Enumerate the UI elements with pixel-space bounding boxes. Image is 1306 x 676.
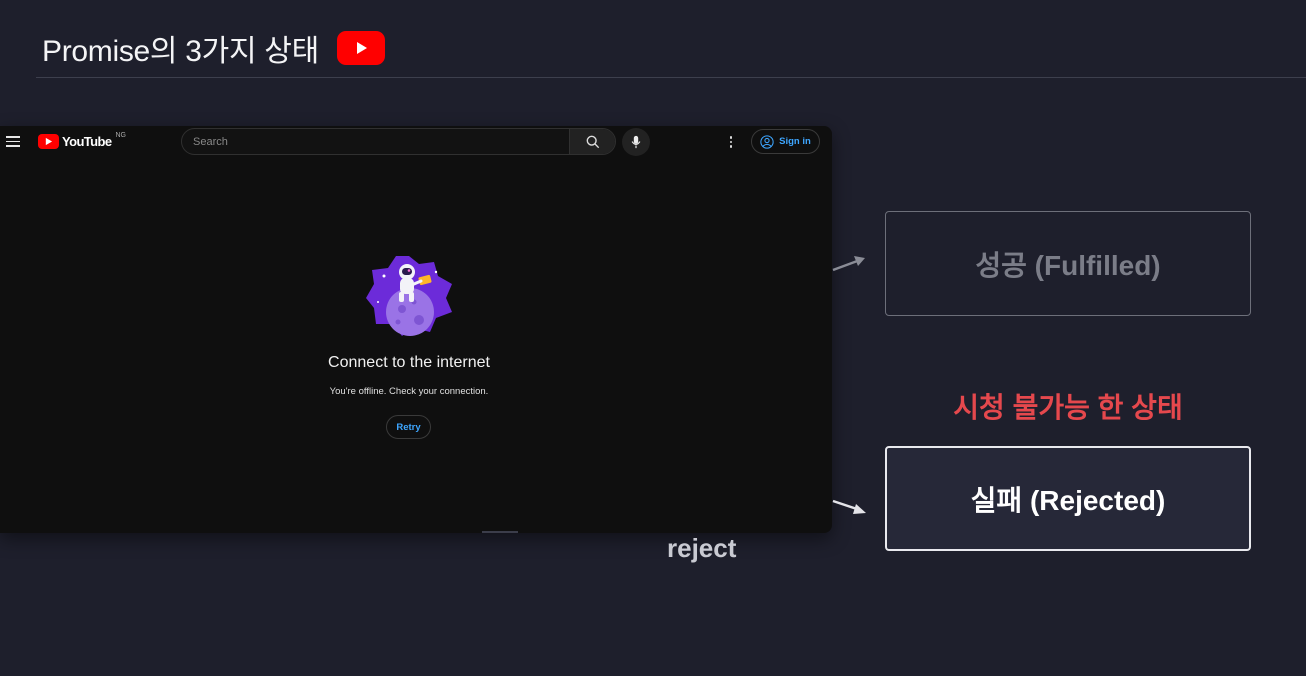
divider-line [482,531,518,533]
youtube-play-icon [336,31,385,65]
offline-astronaut-icon [366,256,452,336]
arrow-to-rejected-icon [832,499,866,514]
search-icon [586,135,599,148]
menu-icon[interactable] [6,136,20,148]
country-code: NG [115,132,126,139]
slide-title-text: Promise의 3가지 상태 [42,35,319,68]
youtube-header: YouTube NG Sign in [0,126,832,158]
rejected-label: 실패 (Rejected) [970,484,1166,516]
sign-in-button[interactable]: Sign in [751,129,820,154]
fulfilled-state-box: 성공 (Fulfilled) [885,211,1251,316]
offline-message: You're offline. Check your connection. [329,386,489,397]
microphone-icon [631,135,641,149]
title-divider [36,77,1306,78]
reject-edge-label: reject [667,533,737,563]
more-options-icon[interactable] [724,132,738,152]
offline-title: Connect to the internet [328,354,490,371]
youtube-window: YouTube NG Sign in [0,126,832,533]
account-icon [760,134,774,149]
rejected-state-box: 실패 (Rejected) [885,446,1251,551]
retry-button[interactable]: Retry [386,415,431,439]
youtube-logo[interactable]: YouTube NG [38,132,126,149]
unavailable-state-label: 시청 불가능 한 상태 [953,392,1183,423]
slide-title: Promise의 3가지 상태 [42,26,385,70]
search-bar [181,128,616,155]
youtube-logo-icon [38,134,59,149]
search-button[interactable] [569,129,615,154]
fulfilled-label: 성공 (Fulfilled) [975,249,1161,281]
arrow-to-fulfilled-icon [832,256,865,272]
search-input[interactable] [182,129,569,154]
sign-in-label: Sign in [779,136,811,147]
voice-search-button[interactable] [622,128,650,156]
youtube-wordmark: YouTube [62,134,112,149]
